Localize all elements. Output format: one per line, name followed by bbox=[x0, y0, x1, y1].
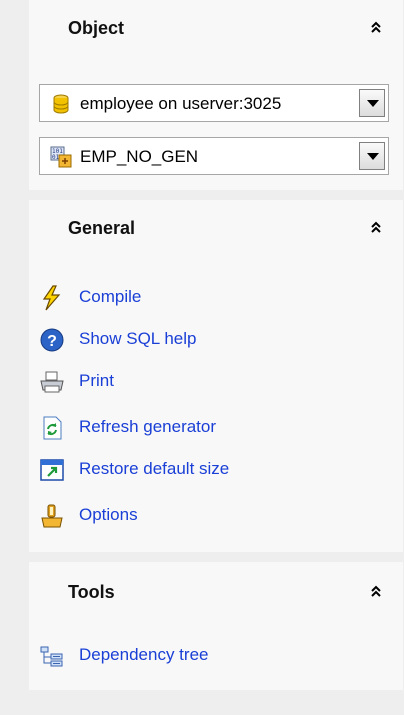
restore-default-size-label: Restore default size bbox=[79, 459, 230, 478]
object-panel: Object employee on userver:3025 101 010 … bbox=[29, 0, 403, 190]
general-panel: General Compile ? Show SQL help Print Re… bbox=[29, 200, 403, 552]
generator-dropdown-button[interactable] bbox=[359, 142, 385, 170]
restore-size-icon bbox=[40, 459, 64, 481]
collapse-icon[interactable] bbox=[369, 220, 383, 236]
show-sql-help-label: Show SQL help bbox=[79, 329, 197, 348]
printer-icon bbox=[40, 371, 64, 393]
options-icon bbox=[41, 504, 63, 528]
generator-select-value: EMP_NO_GEN bbox=[80, 147, 199, 166]
general-panel-title: General bbox=[68, 218, 136, 238]
refresh-icon bbox=[43, 416, 62, 440]
database-select[interactable]: employee on userver:3025 bbox=[39, 84, 389, 122]
print-label: Print bbox=[79, 371, 114, 390]
tools-panel-title: Tools bbox=[68, 582, 115, 602]
refresh-generator-label: Refresh generator bbox=[79, 417, 217, 436]
database-select-value: employee on userver:3025 bbox=[80, 94, 282, 113]
tools-panel: Tools Dependency tree bbox=[29, 562, 403, 690]
collapse-icon[interactable] bbox=[369, 20, 383, 36]
database-icon bbox=[53, 94, 69, 114]
generator-select[interactable]: 101 010 EMP_NO_GEN bbox=[39, 137, 389, 175]
dependency-tree-label: Dependency tree bbox=[79, 645, 209, 664]
svg-text:?: ? bbox=[47, 333, 57, 350]
object-panel-header[interactable]: Object bbox=[29, 0, 403, 60]
options-label: Options bbox=[79, 505, 138, 524]
general-panel-header[interactable]: General bbox=[29, 200, 403, 260]
object-panel-title: Object bbox=[68, 18, 125, 38]
compile-label: Compile bbox=[79, 287, 142, 306]
collapse-icon[interactable] bbox=[369, 584, 383, 600]
generator-icon: 101 010 bbox=[50, 146, 72, 168]
help-icon: ? bbox=[40, 328, 64, 352]
tools-panel-header[interactable]: Tools bbox=[29, 562, 403, 622]
lightning-icon bbox=[42, 285, 61, 311]
dependency-tree-icon bbox=[40, 646, 63, 667]
database-dropdown-button[interactable] bbox=[359, 89, 385, 117]
